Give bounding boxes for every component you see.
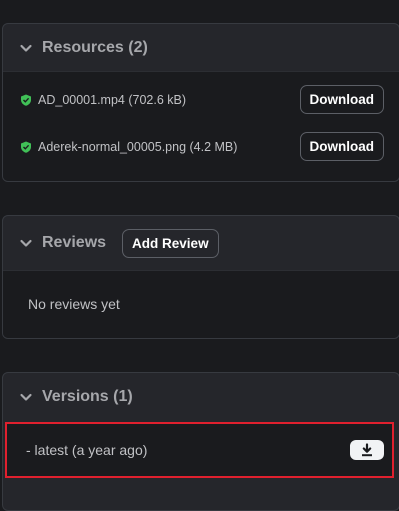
shield-check-icon (20, 94, 32, 106)
shield-check-icon (20, 141, 32, 153)
resources-panel: Resources (2) AD_00001.mp4 (702.6 kB) Do… (2, 23, 399, 182)
download-button[interactable]: Download (299, 85, 384, 114)
versions-title: Versions (1) (42, 388, 133, 405)
version-label: - latest (a year ago) (26, 442, 148, 458)
resources-header[interactable]: Resources (2) (3, 24, 399, 71)
version-item[interactable]: - latest (a year ago) (5, 422, 394, 478)
download-button[interactable]: Download (299, 132, 384, 161)
resource-name: AD_00001.mp4 (702.6 kB) (38, 92, 187, 107)
resources-list: AD_00001.mp4 (702.6 kB) Download Aderek-… (3, 71, 399, 181)
versions-header[interactable]: Versions (1) (3, 373, 399, 421)
resources-title: Resources (2) (42, 38, 148, 56)
empty-reviews-text: No reviews yet (28, 296, 120, 312)
resource-name: Aderek-normal_00005.png (4.2 MB) (38, 139, 238, 154)
reviews-panel: Reviews Add Review No reviews yet (2, 215, 399, 339)
reviews-header[interactable]: Reviews Add Review (3, 216, 399, 270)
reviews-body: No reviews yet (3, 270, 399, 338)
resource-item: AD_00001.mp4 (702.6 kB) Download (3, 76, 399, 123)
resource-item: Aderek-normal_00005.png (4.2 MB) Downloa… (3, 123, 399, 170)
chevron-down-icon (18, 389, 34, 405)
chevron-down-icon (18, 235, 34, 251)
reviews-title: Reviews (42, 234, 107, 251)
download-icon[interactable] (350, 440, 384, 460)
add-review-button[interactable]: Add Review (122, 228, 219, 258)
chevron-down-icon (18, 40, 34, 56)
